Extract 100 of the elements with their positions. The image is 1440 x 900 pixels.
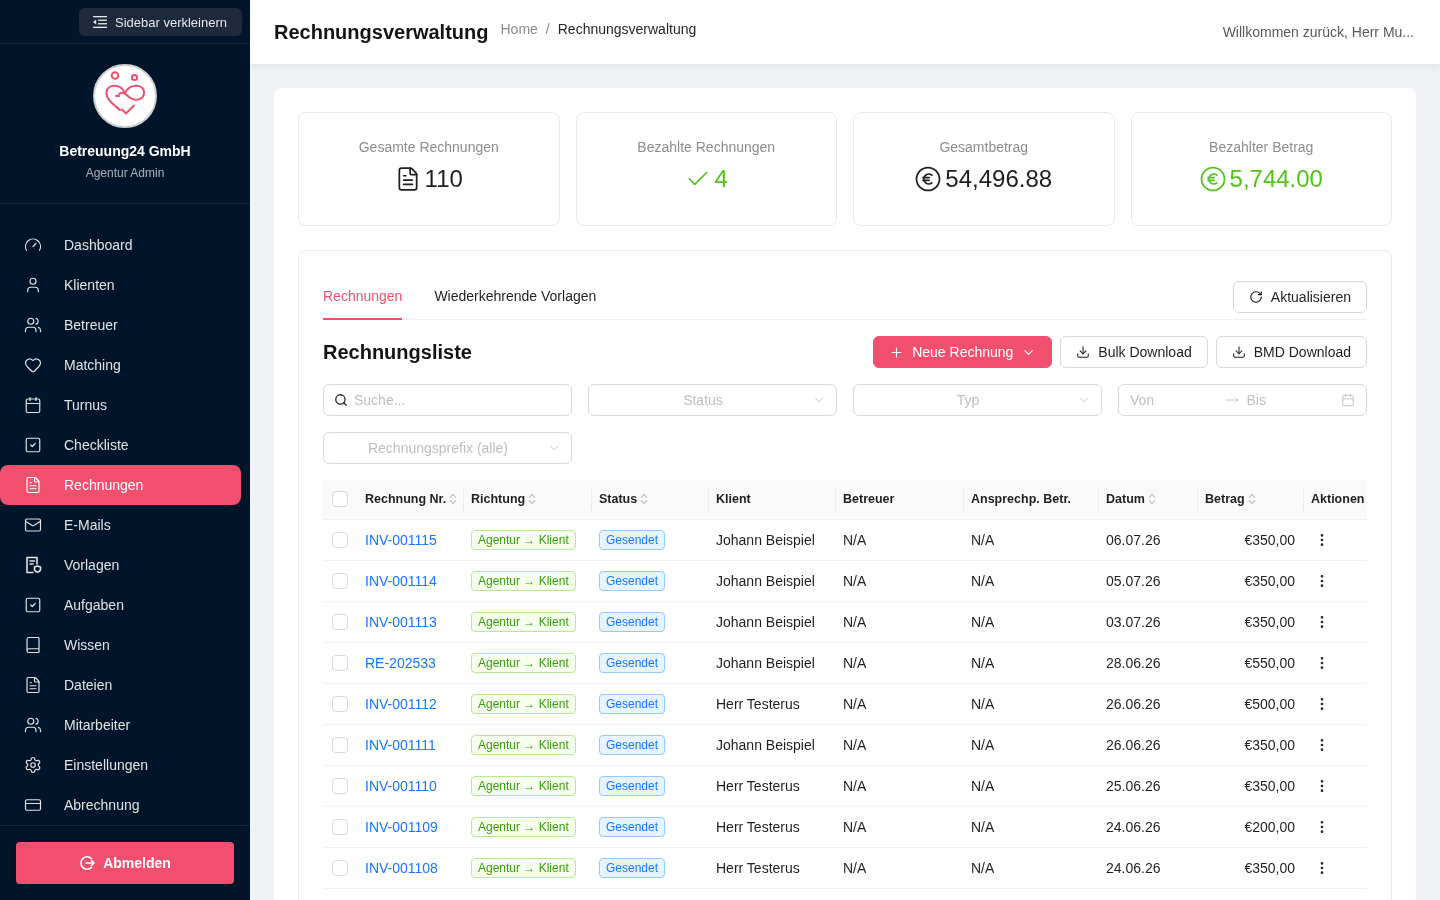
row-checkbox[interactable] <box>332 654 348 671</box>
sidebar-item[interactable]: Abrechnung <box>0 785 241 825</box>
sidebar-item[interactable]: Dateien <box>0 665 241 705</box>
book-icon <box>24 636 42 654</box>
column-header[interactable]: Richtung <box>471 492 526 507</box>
users-icon <box>24 316 42 334</box>
stat-value: 5,744.00 <box>1229 164 1323 194</box>
sidebar-item[interactable]: Matching <box>0 345 241 385</box>
row-checkbox[interactable] <box>332 613 348 630</box>
document-icon <box>24 676 42 694</box>
row-checkbox[interactable] <box>332 572 348 589</box>
sidebar-item[interactable]: Turnus <box>0 385 241 425</box>
direction-tag: Agentur → Klient <box>471 816 576 837</box>
breadcrumb-separator: / <box>545 21 550 37</box>
caregiver-name: N/A <box>835 642 963 683</box>
sidebar-item[interactable]: Dashboard <box>0 225 241 265</box>
column-header: Aktionen <box>1311 492 1365 507</box>
invoice-link[interactable]: INV-001113 <box>365 613 437 630</box>
search-field[interactable]: Suche... <box>323 384 572 416</box>
invoice-amount: €350,00 <box>1197 519 1303 560</box>
plus-icon <box>889 344 905 360</box>
client-name: Herr Testerus <box>708 765 835 806</box>
status-tag: Gesendet <box>599 857 666 878</box>
client-name: Johann Beispiel <box>708 519 835 560</box>
row-checkbox[interactable] <box>332 736 348 753</box>
client-name: Johann Beispiel <box>708 724 835 765</box>
status-tag: Gesendet <box>599 775 666 796</box>
invoice-link[interactable]: INV-001108 <box>365 859 438 876</box>
page-title: Rechnungsverwaltung <box>274 20 489 44</box>
sidebar-item[interactable]: Vorlagen <box>0 545 241 585</box>
column-header[interactable]: Betrag <box>1205 492 1245 507</box>
status-select[interactable]: Status <box>588 384 837 416</box>
sidebar-item[interactable]: E-Mails <box>0 505 241 545</box>
sidebar-item[interactable]: Aufgaben <box>0 585 241 625</box>
refresh-button[interactable]: Aktualisieren <box>1232 280 1367 313</box>
tab[interactable]: Wiederkehrende Vorlagen <box>434 274 597 320</box>
caregiver-name: N/A <box>835 724 963 765</box>
direction-tag: Agentur → Klient <box>471 857 576 878</box>
client-name: Herr Testerus <box>708 806 835 847</box>
mail-icon <box>24 516 42 534</box>
invoice-amount: €200,00 <box>1197 806 1303 847</box>
column-header: Ansprechp. Betr. <box>971 492 1072 507</box>
invoice-link[interactable]: INV-001112 <box>365 695 437 712</box>
prefix-select[interactable]: Rechnungsprefix (alle) <box>323 432 572 464</box>
invoice-link[interactable]: INV-001115 <box>365 531 437 548</box>
invoice-link[interactable]: INV-001110 <box>365 777 437 794</box>
invoice-link[interactable]: INV-001109 <box>365 818 438 835</box>
row-checkbox[interactable] <box>332 531 348 548</box>
sidebar-item[interactable]: Klienten <box>0 265 241 305</box>
caregiver-name: N/A <box>835 519 963 560</box>
sort-icon[interactable] <box>449 493 458 506</box>
sidebar-item[interactable]: Checkliste <box>0 425 241 465</box>
users-icon <box>24 716 42 734</box>
invoice-amount: €350,00 <box>1197 601 1303 642</box>
row-checkbox[interactable] <box>332 695 348 712</box>
download-icon <box>1231 345 1246 359</box>
reload-icon <box>1248 289 1263 304</box>
sidebar-item[interactable]: Wissen <box>0 625 241 665</box>
tab[interactable]: Rechnungen <box>323 274 403 320</box>
heart-icon <box>24 356 42 374</box>
sort-icon[interactable] <box>528 493 537 506</box>
status-tag: Gesendet <box>599 570 666 591</box>
select-all-checkbox[interactable] <box>332 491 348 508</box>
sort-icon[interactable] <box>640 493 649 506</box>
end-date-input[interactable]: Bis <box>1246 392 1333 408</box>
bmd-download-button[interactable]: BMD Download <box>1215 336 1367 368</box>
contact-name: N/A <box>963 847 1098 888</box>
document-icon <box>24 476 42 494</box>
sidebar-item[interactable]: Mitarbeiter <box>0 705 241 745</box>
invoice-link[interactable]: INV-001114 <box>365 572 437 589</box>
sort-icon[interactable] <box>1147 493 1156 506</box>
date-range-field[interactable]: Von Bis <box>1118 384 1367 416</box>
gauge-icon <box>24 236 42 254</box>
calendar-icon <box>24 396 42 414</box>
sidebar-item[interactable]: Einstellungen <box>0 745 241 785</box>
column-header[interactable]: Status <box>599 492 638 507</box>
start-date-input[interactable]: Von <box>1130 392 1217 408</box>
column-header[interactable]: Datum <box>1106 492 1145 507</box>
invoice-amount: €350,00 <box>1197 847 1303 888</box>
invoice-link[interactable]: RE-202533 <box>365 654 436 671</box>
contact-name: N/A <box>963 560 1098 601</box>
contact-name: N/A <box>963 601 1098 642</box>
client-name: Johann Beispiel <box>708 560 835 601</box>
caregiver-name: N/A <box>835 683 963 724</box>
bulk-download-button[interactable]: Bulk Download <box>1060 336 1208 368</box>
direction-tag: Agentur → Klient <box>471 775 576 796</box>
list-title: Rechnungsliste <box>323 340 472 364</box>
row-checkbox[interactable] <box>332 777 348 794</box>
type-select[interactable]: Typ <box>853 384 1102 416</box>
status-tag: Gesendet <box>599 734 666 755</box>
contact-name: N/A <box>963 519 1098 560</box>
collapse-sidebar-button[interactable]: Sidebar verkleinern <box>79 8 242 36</box>
row-checkbox[interactable] <box>332 818 348 835</box>
invoice-link[interactable]: INV-001111 <box>365 736 436 753</box>
stat-label: Bezahlte Rechnungen <box>637 138 776 157</box>
user-icon <box>24 276 42 294</box>
row-checkbox[interactable] <box>332 859 348 876</box>
company-name: Betreuung24 GmbH <box>59 141 191 161</box>
sort-icon[interactable] <box>1247 493 1256 506</box>
sidebar-item[interactable]: Betreuer <box>0 305 241 345</box>
